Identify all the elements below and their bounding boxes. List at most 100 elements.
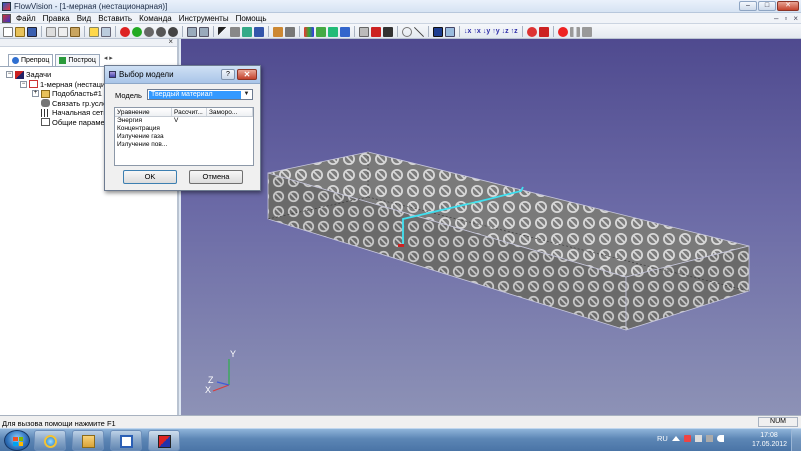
paste-icon[interactable] xyxy=(70,26,80,37)
expand-icon[interactable]: + xyxy=(32,90,39,98)
camera-icon[interactable] xyxy=(445,26,455,37)
view-up-x-button[interactable]: ↑x xyxy=(473,28,480,35)
view-down-x-button[interactable]: ↓x xyxy=(464,28,471,35)
collapse-icon[interactable]: − xyxy=(20,80,27,88)
taskbar-explorer[interactable] xyxy=(72,430,104,451)
close-button[interactable]: ✕ xyxy=(777,1,799,11)
taskbar-flowvision[interactable] xyxy=(148,430,180,451)
copy-icon[interactable] xyxy=(58,26,68,37)
save-icon[interactable] xyxy=(27,26,37,37)
stop-icon[interactable] xyxy=(581,26,592,37)
pan-icon[interactable] xyxy=(285,26,295,37)
table-row[interactable]: Излучение пов... xyxy=(115,141,253,149)
table-cell[interactable] xyxy=(172,141,207,149)
view-up-z-button[interactable]: ↑z xyxy=(511,28,518,35)
grid-view-icon[interactable] xyxy=(359,26,369,37)
pause-icon[interactable] xyxy=(569,26,580,37)
solver-icon[interactable] xyxy=(538,26,549,37)
taskbar-word[interactable] xyxy=(110,430,142,451)
network-icon[interactable] xyxy=(694,435,702,442)
table-cell[interactable] xyxy=(172,133,207,141)
view-down-y-button[interactable]: ↓y xyxy=(483,28,490,35)
table-cell[interactable] xyxy=(207,117,253,125)
surface-icon[interactable] xyxy=(328,26,338,37)
menu-command[interactable]: Команда xyxy=(139,14,172,23)
tab-preprocessor[interactable]: Препроц xyxy=(8,54,54,66)
move-icon[interactable] xyxy=(242,26,252,37)
table-cell[interactable] xyxy=(207,133,253,141)
document-icon[interactable] xyxy=(2,14,11,23)
mesh-icon[interactable] xyxy=(316,26,326,37)
rotate-icon[interactable] xyxy=(230,26,240,37)
printer-icon[interactable] xyxy=(705,435,713,442)
measure-icon[interactable] xyxy=(273,26,283,37)
table-cell[interactable] xyxy=(207,141,253,149)
circle-icon[interactable] xyxy=(402,26,412,37)
language-indicator[interactable]: RU xyxy=(657,434,668,443)
title-bar: FlowVision - [1-мерная (нестационарная)]… xyxy=(0,0,801,13)
volume-icon[interactable] xyxy=(716,435,724,442)
red-object-icon[interactable] xyxy=(120,26,130,37)
show-desktop-button[interactable] xyxy=(791,429,801,451)
column-header-equation[interactable]: Уравнение xyxy=(115,108,172,116)
start-button[interactable] xyxy=(4,430,30,451)
block-icon[interactable] xyxy=(383,26,393,37)
green-object-icon[interactable] xyxy=(132,26,142,37)
mdi-minimize-button[interactable]: – xyxy=(774,14,778,23)
context-help-icon[interactable] xyxy=(101,26,111,37)
cross-icon[interactable] xyxy=(414,26,424,37)
column-header-freeze[interactable]: Заморо... xyxy=(207,108,253,116)
table-cell[interactable] xyxy=(207,125,253,133)
tab-postprocessor[interactable]: Построц xyxy=(55,54,100,66)
table-row[interactable]: Излучение газа xyxy=(115,133,253,141)
view-down-z-button[interactable]: ↓z xyxy=(502,28,509,35)
model-select[interactable]: Твердый материал ▼ xyxy=(147,89,253,100)
zoom-icon[interactable] xyxy=(254,26,264,37)
taskbar-internet-explorer[interactable] xyxy=(34,430,66,451)
palette-icon[interactable] xyxy=(433,26,443,37)
mdi-restore-button[interactable]: ▫ xyxy=(784,14,787,23)
run-icon[interactable] xyxy=(526,26,537,37)
window-layout-icon[interactable] xyxy=(187,26,197,37)
minimize-button[interactable]: – xyxy=(739,1,757,11)
menu-view[interactable]: Вид xyxy=(77,14,91,23)
3d-viewport[interactable]: ... Y Z X xyxy=(181,39,801,415)
dialog-help-button[interactable]: ? xyxy=(221,69,235,80)
show-hidden-icons-icon[interactable] xyxy=(671,436,680,441)
view-up-y-button[interactable]: ↑y xyxy=(492,28,499,35)
maximize-button[interactable]: □ xyxy=(758,1,776,11)
vector-icon[interactable] xyxy=(340,26,350,37)
select-pointer-icon[interactable] xyxy=(218,26,228,37)
mdi-close-button[interactable]: × xyxy=(793,14,798,23)
menu-file[interactable]: Файл xyxy=(16,14,36,23)
panel-close-button[interactable]: × xyxy=(168,37,173,46)
open-folder-icon[interactable] xyxy=(15,26,25,37)
table-row[interactable]: Концентрация xyxy=(115,125,253,133)
cut-icon[interactable] xyxy=(46,26,56,37)
menu-insert[interactable]: Вставить xyxy=(98,14,132,23)
new-file-icon[interactable] xyxy=(3,26,13,37)
cancel-button[interactable]: Отмена xyxy=(189,170,243,184)
menu-help[interactable]: Помощь xyxy=(236,14,267,23)
record-icon[interactable] xyxy=(557,26,568,37)
table-cell[interactable] xyxy=(172,125,207,133)
clock[interactable]: 17:08 17.05.2012 xyxy=(752,431,787,449)
chevron-down-icon[interactable]: ▼ xyxy=(242,91,251,98)
dialog-title-bar[interactable]: Выбор модели ? ✕ xyxy=(105,66,260,84)
help-icon[interactable] xyxy=(89,26,99,37)
table-row[interactable]: Энергия V xyxy=(115,117,253,125)
ok-button[interactable]: OK xyxy=(123,170,177,184)
object-icon[interactable] xyxy=(156,26,166,37)
color-map-icon[interactable] xyxy=(304,26,314,37)
table-cell[interactable]: V xyxy=(172,117,207,125)
collapse-icon[interactable]: − xyxy=(6,71,13,79)
window-layout-icon[interactable] xyxy=(199,26,209,37)
object-icon[interactable] xyxy=(168,26,178,37)
action-center-icon[interactable] xyxy=(683,435,691,442)
menu-tools[interactable]: Инструменты xyxy=(179,14,229,23)
object-icon[interactable] xyxy=(144,26,154,37)
dialog-close-button[interactable]: ✕ xyxy=(237,69,257,80)
column-header-calculate[interactable]: Рассчит... xyxy=(172,108,207,116)
menu-edit[interactable]: Правка xyxy=(43,14,70,23)
marker-icon[interactable] xyxy=(371,26,381,37)
